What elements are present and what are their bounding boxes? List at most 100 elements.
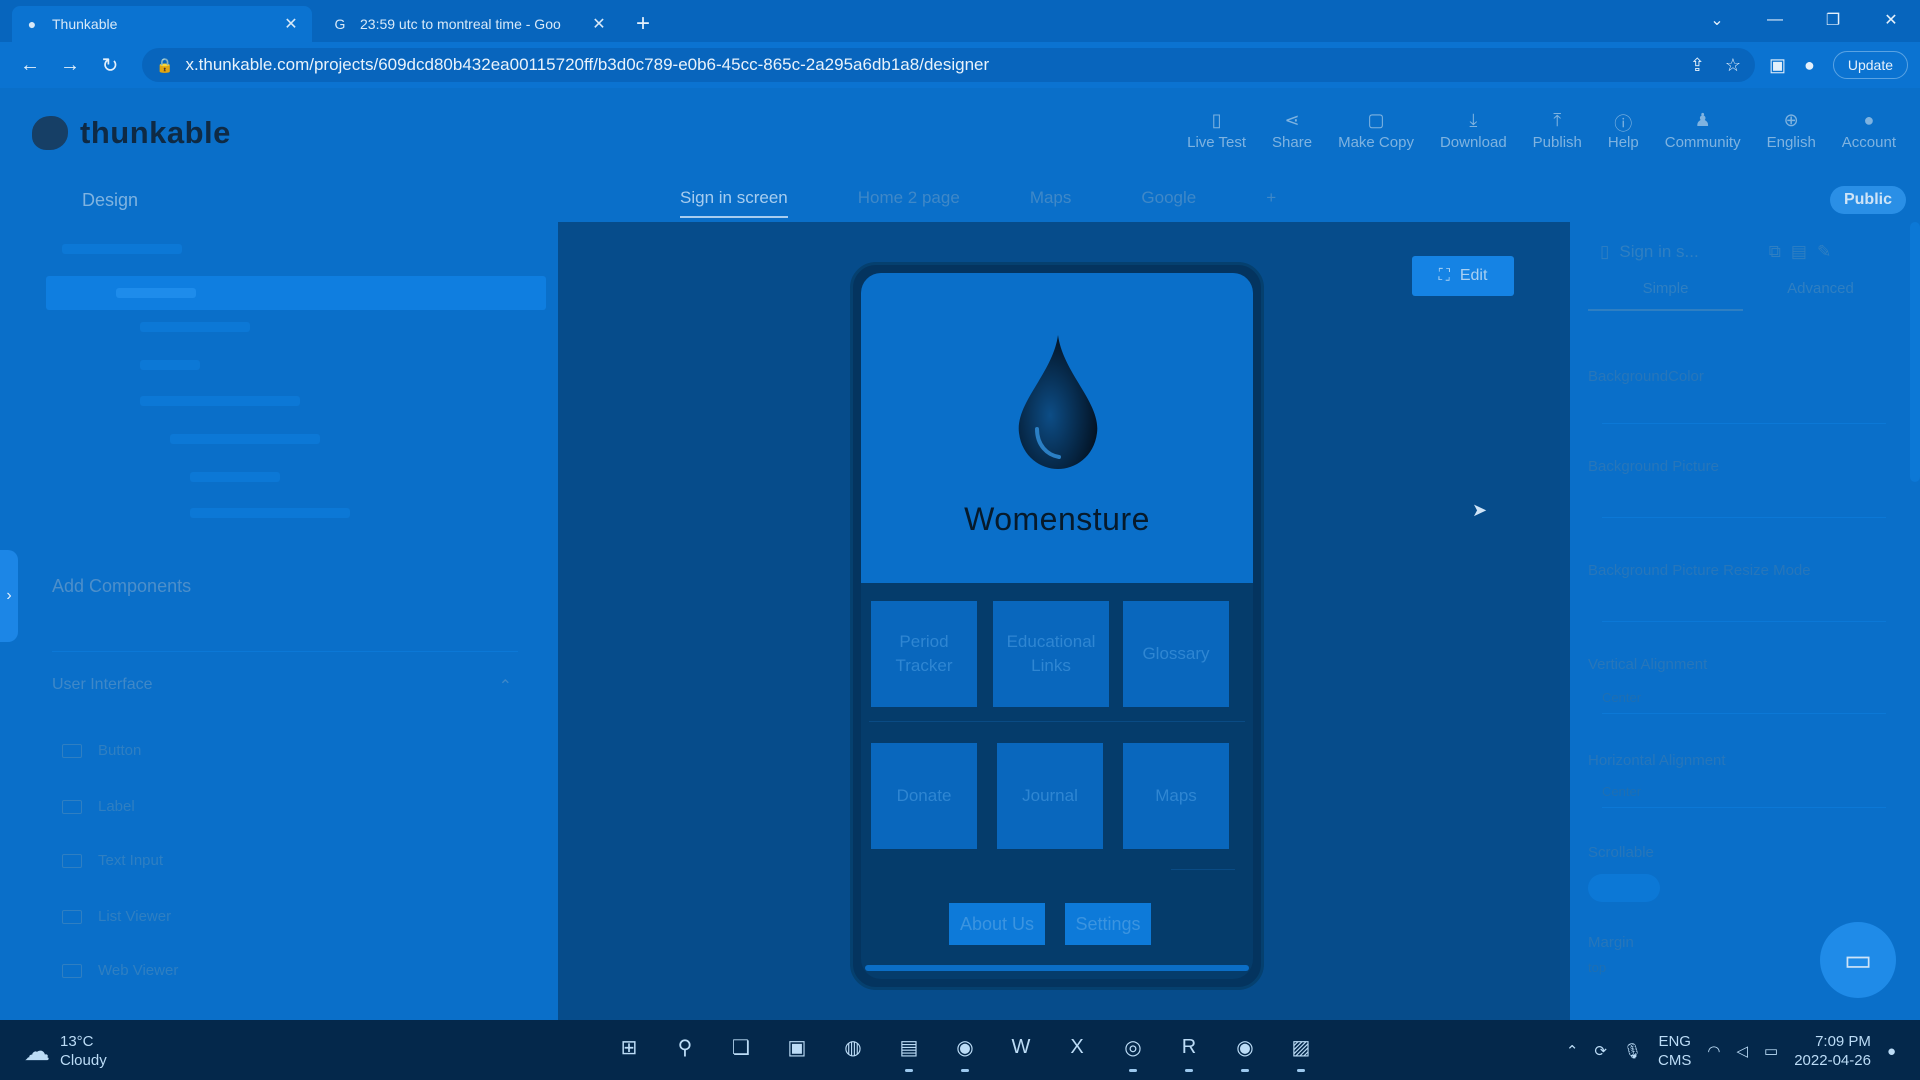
- bookmark-star-icon[interactable]: ☆: [1725, 55, 1741, 76]
- chrome-profile-icon[interactable]: ◎: [1116, 1030, 1150, 1072]
- running-indicator: [1297, 1069, 1305, 1072]
- background-color-field[interactable]: [1602, 394, 1886, 424]
- notifications-icon[interactable]: ●: [1887, 1043, 1896, 1060]
- tree-item-placeholder[interactable]: [140, 396, 300, 406]
- properties-scrollbar[interactable]: [1910, 222, 1920, 482]
- close-tab-icon[interactable]: ✕: [282, 14, 300, 34]
- component-web-viewer[interactable]: Web Viewer: [62, 962, 178, 979]
- sync-icon[interactable]: ⟳: [1594, 1042, 1607, 1060]
- tree-item-placeholder[interactable]: [190, 508, 350, 518]
- battery-icon[interactable]: ▭: [1764, 1042, 1778, 1060]
- chrome-active-icon[interactable]: ◉: [1228, 1030, 1262, 1072]
- word-icon[interactable]: W: [1004, 1030, 1038, 1064]
- photos-icon[interactable]: ▨: [1284, 1030, 1318, 1072]
- user-interface-section[interactable]: User Interface ⌃: [52, 676, 512, 696]
- donate-button[interactable]: Donate: [871, 743, 977, 849]
- file-explorer-icon[interactable]: ▤: [892, 1030, 926, 1072]
- make-copy-button[interactable]: ▢ Make Copy: [1338, 110, 1414, 151]
- about-us-button[interactable]: About Us: [949, 903, 1045, 945]
- tab-search-icon[interactable]: ⌄: [1688, 10, 1746, 30]
- new-tab-button[interactable]: +: [628, 6, 658, 42]
- chrome-icon[interactable]: ◉: [948, 1030, 982, 1072]
- close-window-icon[interactable]: ✕: [1862, 10, 1920, 30]
- share-page-icon[interactable]: ⇪: [1690, 55, 1705, 76]
- screen-tab-home[interactable]: Home 2 page: [858, 188, 960, 208]
- component-text-input[interactable]: Text Input: [62, 852, 163, 869]
- tree-item-placeholder[interactable]: [190, 472, 280, 482]
- components-search-input[interactable]: [52, 616, 518, 652]
- language-button[interactable]: ⊕ English: [1767, 110, 1816, 151]
- maps-button[interactable]: Maps: [1123, 743, 1229, 849]
- period-tracker-button[interactable]: Period Tracker: [871, 601, 977, 707]
- update-button[interactable]: Update: [1832, 51, 1908, 79]
- browser-tab-google[interactable]: G 23:59 utc to montreal time - Goo ✕: [320, 6, 620, 42]
- search-icon[interactable]: ⚲: [668, 1030, 702, 1064]
- add-screen-icon[interactable]: +: [1266, 188, 1276, 208]
- journal-button[interactable]: Journal: [997, 743, 1103, 849]
- screen-tab-sign-in[interactable]: Sign in screen: [680, 188, 788, 218]
- vertical-alignment-select[interactable]: Center: [1602, 684, 1886, 714]
- profile-avatar-icon[interactable]: ●: [1804, 55, 1815, 76]
- show-hidden-icons-icon[interactable]: ⌃: [1566, 1042, 1579, 1060]
- reload-icon[interactable]: ↻: [92, 49, 128, 81]
- clock[interactable]: 7:09 PM 2022-04-26: [1794, 1032, 1871, 1070]
- tree-item-placeholder[interactable]: [140, 360, 200, 370]
- windows-start-icon[interactable]: ⊞: [612, 1030, 646, 1064]
- expand-panel-handle[interactable]: ›: [0, 550, 18, 642]
- sidepanel-icon[interactable]: ▣: [1769, 55, 1786, 76]
- component-label: Web Viewer: [98, 962, 179, 979]
- edit-pencil-icon[interactable]: ✎: [1817, 242, 1831, 262]
- design-canvas[interactable]: ⛶ Edit ➤ Womensture Period Tracker Educa…: [558, 222, 1570, 1020]
- community-button[interactable]: ♟ Community: [1665, 110, 1741, 151]
- edit-button[interactable]: ⛶ Edit: [1412, 256, 1514, 296]
- account-button[interactable]: ● Account: [1842, 110, 1896, 151]
- properties-tabs: Simple Advanced: [1588, 280, 1898, 311]
- edge-browser-icon[interactable]: ◍: [836, 1030, 870, 1064]
- tab-simple[interactable]: Simple: [1588, 280, 1743, 311]
- component-label[interactable]: Label: [62, 798, 135, 815]
- volume-icon[interactable]: ◁: [1736, 1042, 1748, 1060]
- screen-tab-maps[interactable]: Maps: [1030, 188, 1072, 208]
- tree-item-placeholder[interactable]: [140, 322, 250, 332]
- microphone-icon[interactable]: 🎙: [1623, 1042, 1642, 1060]
- r-app-icon[interactable]: R: [1172, 1030, 1206, 1072]
- teams-chat-icon[interactable]: ▣: [780, 1030, 814, 1064]
- share-button[interactable]: ⋖ Share: [1272, 110, 1312, 151]
- tab-advanced[interactable]: Advanced: [1743, 280, 1898, 311]
- resize-mode-select[interactable]: [1602, 592, 1886, 622]
- forward-icon[interactable]: →: [52, 49, 88, 81]
- browser-tab-thunkable[interactable]: ● Thunkable ✕: [12, 6, 312, 42]
- wifi-icon[interactable]: ◠: [1707, 1042, 1720, 1060]
- tree-item-placeholder[interactable]: [62, 244, 182, 254]
- thunkable-logo[interactable]: thunkable: [32, 115, 231, 151]
- back-icon[interactable]: ←: [12, 49, 48, 81]
- glossary-button[interactable]: Glossary: [1123, 601, 1229, 707]
- close-tab-icon[interactable]: ✕: [590, 14, 608, 34]
- language-indicator[interactable]: ENG CMS: [1658, 1032, 1691, 1070]
- copy-icon[interactable]: ⧉: [1769, 242, 1781, 262]
- educational-links-button[interactable]: Educational Links: [993, 601, 1109, 707]
- screen-tab-google[interactable]: Google: [1141, 188, 1196, 208]
- component-list-viewer[interactable]: List Viewer: [62, 908, 171, 925]
- mouse-cursor-icon: ➤: [1472, 500, 1488, 520]
- chat-support-button[interactable]: ▭: [1820, 922, 1896, 998]
- url-field[interactable]: 🔒 x.thunkable.com/projects/609dcd80b432e…: [142, 48, 1755, 82]
- public-toggle[interactable]: Public: [1829, 186, 1906, 214]
- help-button[interactable]: ⓘ Help: [1608, 110, 1639, 151]
- settings-button[interactable]: Settings: [1065, 903, 1151, 945]
- task-view-icon[interactable]: ❏: [724, 1030, 758, 1064]
- tree-item-placeholder[interactable]: [170, 434, 320, 444]
- component-button[interactable]: Button: [62, 742, 141, 759]
- download-button[interactable]: ⤓ Download: [1440, 110, 1507, 151]
- background-picture-field[interactable]: [1602, 488, 1886, 518]
- design-tab[interactable]: Design: [82, 190, 138, 211]
- horizontal-alignment-select[interactable]: Center: [1602, 778, 1886, 808]
- publish-button[interactable]: ⤒ Publish: [1533, 110, 1582, 151]
- excel-icon[interactable]: X: [1060, 1030, 1094, 1064]
- delete-icon[interactable]: ▤: [1791, 242, 1807, 262]
- minimize-icon[interactable]: —: [1746, 11, 1804, 29]
- maximize-icon[interactable]: ❐: [1804, 10, 1862, 30]
- live-test-button[interactable]: ▯ Live Test: [1187, 110, 1246, 151]
- scrollable-toggle[interactable]: [1588, 874, 1660, 902]
- weather-widget[interactable]: ☁ 13°C Cloudy: [24, 1032, 107, 1070]
